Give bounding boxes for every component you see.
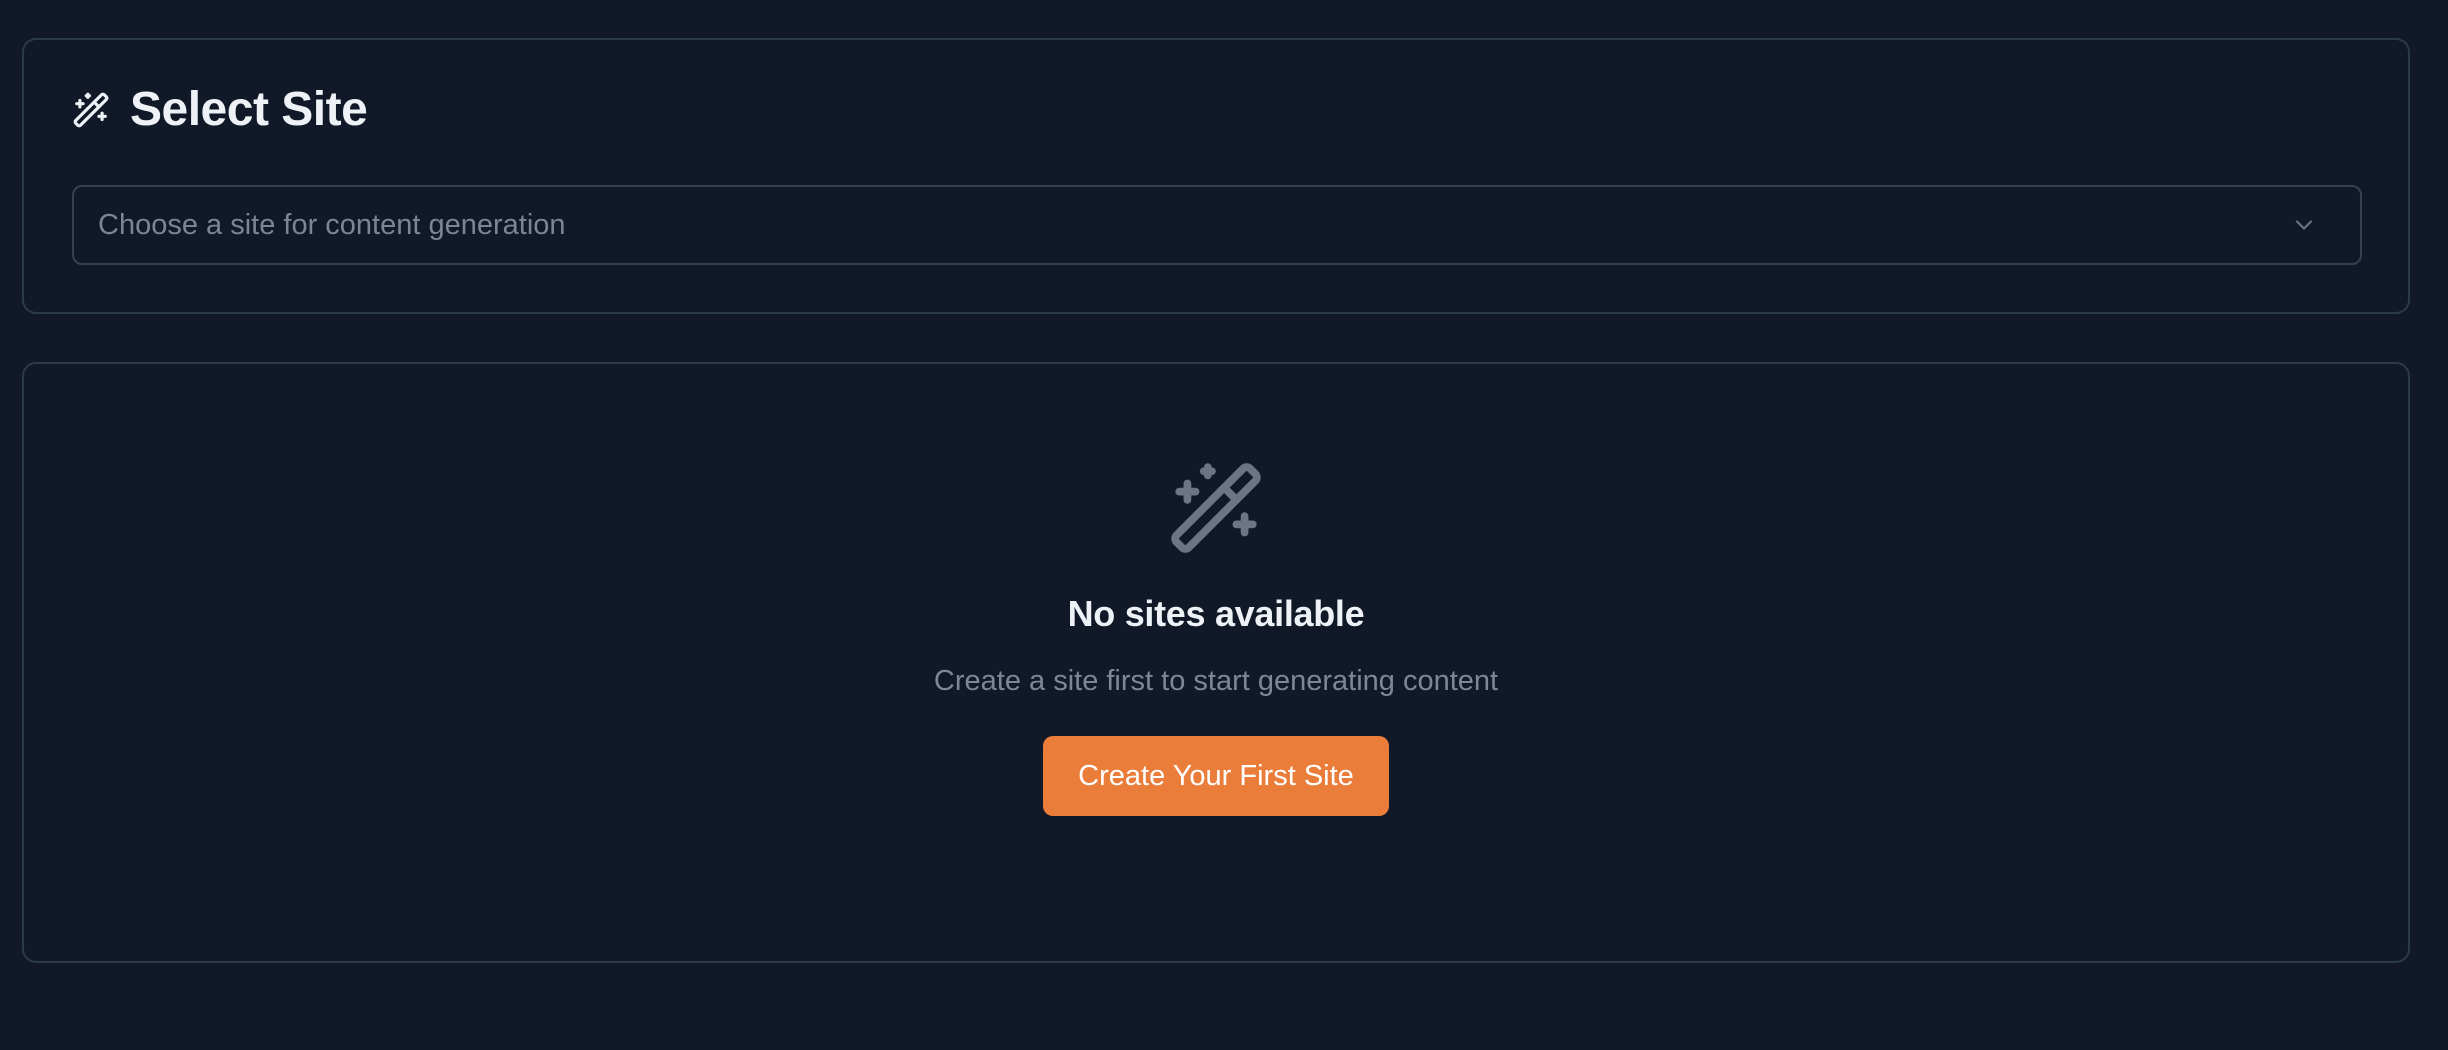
empty-state-description: Create a site first to start generating … bbox=[933, 665, 1499, 697]
create-first-site-button[interactable]: Create Your First Site bbox=[1043, 736, 1389, 816]
wand-sparkles-icon bbox=[1171, 463, 1261, 553]
empty-state-title: No sites available bbox=[1067, 593, 1365, 634]
wand-sparkles-icon bbox=[73, 92, 109, 127]
chevron-down-icon bbox=[2295, 220, 2313, 230]
empty-state: No sites available Create a site first t… bbox=[24, 459, 2408, 816]
select-site-card: Select Site Choose a site for content ge… bbox=[22, 38, 2410, 314]
empty-state-card: No sites available Create a site first t… bbox=[22, 362, 2410, 963]
site-select[interactable]: Choose a site for content generation bbox=[72, 185, 2362, 265]
card-header: Select Site bbox=[72, 82, 368, 137]
site-select-placeholder: Choose a site for content generation bbox=[98, 208, 566, 241]
card-title: Select Site bbox=[130, 83, 368, 136]
